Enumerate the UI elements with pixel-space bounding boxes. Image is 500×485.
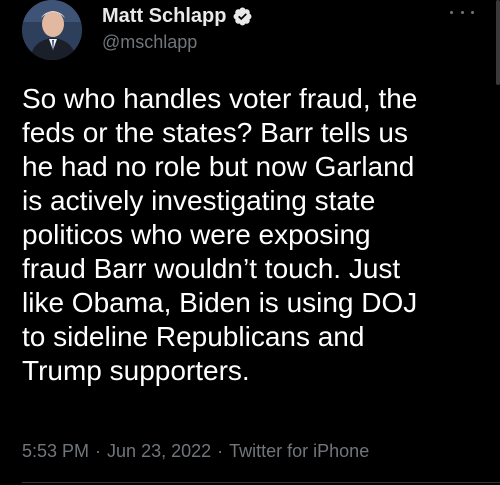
tweet-detail: Matt Schlapp @mschlapp So who handles vo… bbox=[0, 0, 500, 485]
more-options-icon[interactable] bbox=[450, 2, 474, 22]
divider bbox=[22, 482, 500, 483]
author-display-name[interactable]: Matt Schlapp bbox=[102, 4, 226, 28]
separator: · bbox=[95, 441, 102, 461]
dot-icon bbox=[471, 10, 474, 14]
tweet-time[interactable]: 5:53 PM bbox=[22, 441, 89, 461]
author-name-row: Matt Schlapp bbox=[102, 4, 253, 28]
dot-icon bbox=[450, 10, 453, 14]
dot-icon bbox=[460, 10, 464, 14]
author-handle[interactable]: @mschlapp bbox=[102, 31, 197, 53]
tweet-date[interactable]: Jun 23, 2022 bbox=[107, 441, 211, 461]
tweet-source[interactable]: Twitter for iPhone bbox=[229, 441, 369, 461]
tweet-metadata: 5:53 PM · Jun 23, 2022 · Twitter for iPhone bbox=[22, 440, 369, 462]
verified-badge-icon bbox=[232, 6, 253, 27]
separator: · bbox=[217, 441, 224, 461]
avatar[interactable] bbox=[22, 0, 82, 60]
tweet-text: So who handles voter fraud, the feds or … bbox=[22, 83, 418, 386]
avatar-image bbox=[22, 0, 82, 60]
scrollbar[interactable] bbox=[496, 0, 500, 85]
